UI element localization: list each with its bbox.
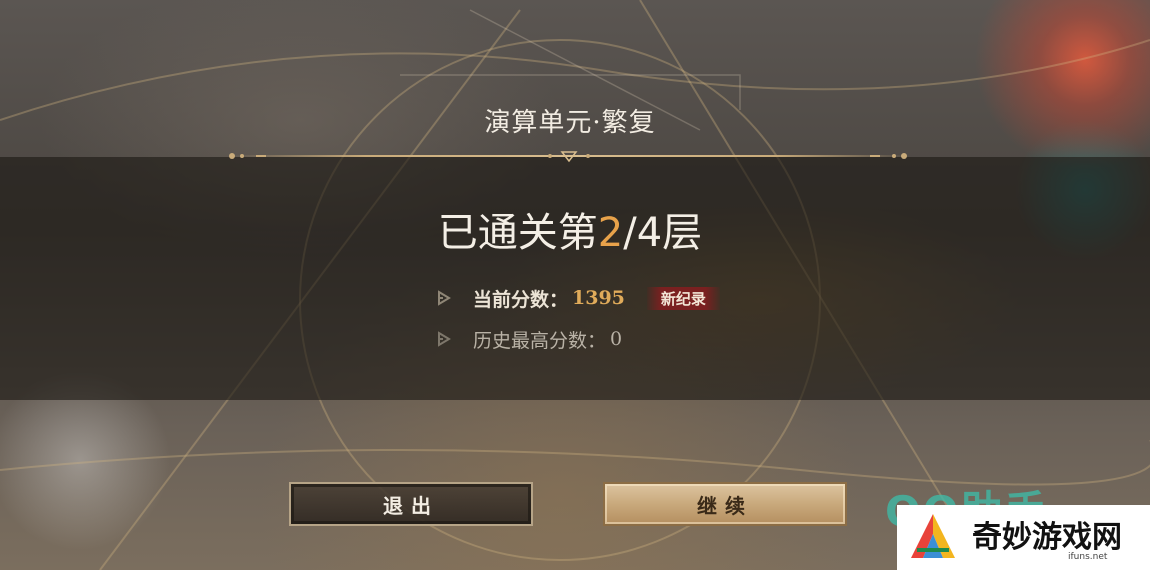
best-score-label: 历史最高分数：: [473, 329, 607, 352]
continue-button[interactable]: 继续: [603, 482, 847, 526]
site-watermark-name: 奇妙游戏网: [972, 520, 1122, 555]
site-watermark-url: ifuns.net: [1068, 552, 1108, 562]
bullet-arrow-icon: [438, 290, 451, 306]
stage-title: 演算单元·繁复: [484, 108, 656, 138]
current-score-value: 1395: [572, 287, 625, 309]
exit-button[interactable]: 退出: [289, 482, 533, 526]
bullet-arrow-icon: [438, 331, 451, 347]
floor-progress: 已通关第2/4层: [0, 200, 1140, 258]
divider-ornament: [229, 151, 907, 163]
result-panel: [0, 157, 1150, 400]
progress-prefix: 已通关第: [437, 210, 598, 256]
progress-suffix: /4层: [623, 210, 703, 256]
best-score-row: 历史最高分数： 0: [437, 327, 623, 352]
current-score-label: 当前分数：: [473, 288, 569, 311]
progress-current-floor: 2: [597, 210, 624, 256]
current-score-row: 当前分数： 1395 新纪录: [437, 286, 720, 311]
new-record-badge: 新纪录: [646, 286, 720, 310]
best-score-value: 0: [610, 328, 623, 350]
site-logo-icon: [911, 514, 955, 558]
